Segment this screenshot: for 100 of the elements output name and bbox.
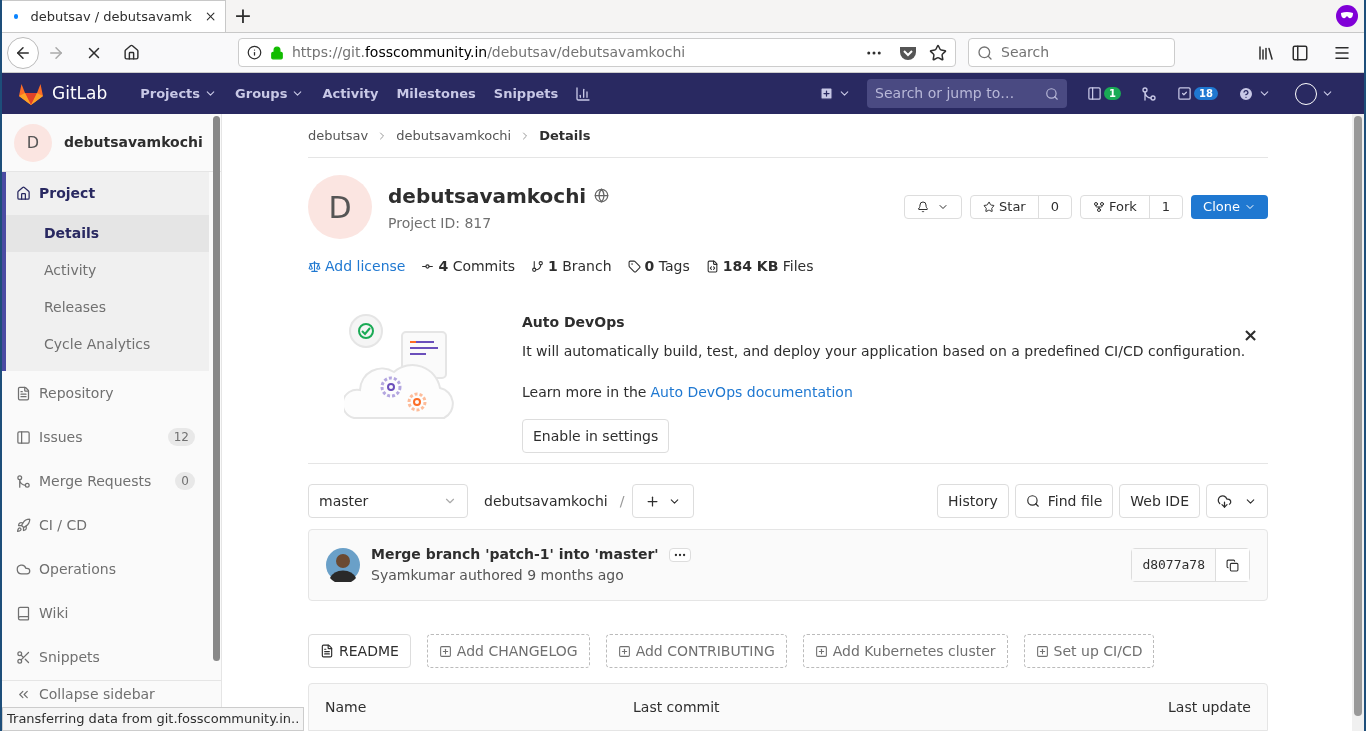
column-header: Last commit bbox=[633, 697, 721, 717]
sidebar-item[interactable]: Issues 12 bbox=[2, 415, 209, 459]
sidebar-item[interactable]: Snippets bbox=[2, 635, 209, 679]
plus-icon bbox=[438, 644, 452, 658]
sidebar-item[interactable]: Repository bbox=[2, 371, 209, 415]
commit-message[interactable]: Merge branch 'patch-1' into 'master' bbox=[371, 544, 659, 566]
tag-icon bbox=[627, 260, 641, 274]
library-icon[interactable] bbox=[1257, 43, 1275, 62]
todos-button[interactable]: 18 bbox=[1177, 86, 1218, 101]
sidebar-subitem[interactable]: Releases bbox=[6, 289, 209, 326]
gitlab-logo-icon bbox=[18, 81, 44, 106]
branch-dropdown[interactable]: master bbox=[308, 484, 468, 519]
nav-menu-item[interactable]: Groups bbox=[226, 83, 314, 104]
sidebar-subitem[interactable]: Activity bbox=[6, 252, 209, 289]
home-icon[interactable] bbox=[123, 44, 140, 61]
repo-action-button[interactable]: Find file bbox=[1014, 484, 1114, 519]
url-bar[interactable]: https://git.fosscommunity.in/debutsav/debutsavamkochi bbox=[238, 38, 956, 67]
stat-link[interactable]: 1 Branch bbox=[530, 256, 612, 278]
notification-button[interactable] bbox=[904, 195, 963, 220]
search-field[interactable]: Search bbox=[968, 38, 1175, 67]
cloud-download-icon bbox=[1217, 493, 1232, 509]
stat-link[interactable]: 184 KB Files bbox=[705, 256, 814, 278]
stat-link[interactable]: 4 Commits bbox=[421, 256, 515, 278]
nav-menu-item[interactable]: Activity bbox=[313, 83, 388, 104]
add-license-link[interactable]: Add license bbox=[308, 256, 406, 278]
repo-action-button[interactable]: Web IDE bbox=[1119, 484, 1200, 519]
back-button[interactable] bbox=[7, 36, 39, 69]
sidebar-item[interactable]: Project bbox=[6, 172, 209, 215]
more-button[interactable] bbox=[668, 547, 691, 562]
stat-link[interactable]: 0 Tags bbox=[627, 256, 690, 278]
sidebar-subitem[interactable]: Details bbox=[6, 215, 209, 252]
download-button[interactable] bbox=[1206, 484, 1268, 519]
plus-icon bbox=[819, 86, 835, 101]
sidebar-item[interactable]: Operations bbox=[2, 547, 209, 591]
page-scrollbar[interactable] bbox=[1352, 114, 1364, 731]
breadcrumb[interactable]: debutsav bbox=[308, 125, 369, 146]
quick-action-button[interactable]: README bbox=[308, 634, 411, 669]
column-header: Name bbox=[325, 697, 368, 717]
chart-icon[interactable] bbox=[575, 85, 592, 102]
pocket-icon[interactable] bbox=[899, 44, 917, 61]
tab-title: debutsav / debutsavamk bbox=[30, 7, 192, 26]
sidebar-subitem[interactable]: Cycle Analytics bbox=[6, 326, 209, 363]
project-name[interactable]: debutsavamkochi bbox=[64, 132, 203, 153]
count-badge: 1 bbox=[1104, 87, 1122, 100]
nav-menu-item[interactable]: Milestones bbox=[387, 83, 485, 104]
quick-action-button[interactable]: Set up CI/CD bbox=[1023, 634, 1155, 669]
sidebar-toggle-icon[interactable] bbox=[1291, 43, 1309, 62]
bookmark-star-icon[interactable] bbox=[929, 43, 947, 62]
fork-count: 1 bbox=[1160, 198, 1172, 217]
new-tab-button[interactable]: + bbox=[226, 0, 260, 32]
scale-icon bbox=[308, 260, 321, 274]
breadcrumb[interactable]: Details bbox=[539, 125, 591, 146]
merge-request-icon[interactable] bbox=[1141, 85, 1158, 102]
project-avatar: D bbox=[308, 175, 372, 240]
file-icon bbox=[705, 260, 719, 274]
path-separator: / bbox=[619, 491, 625, 511]
quick-action-button[interactable]: Add CHANGELOG bbox=[426, 634, 590, 669]
count-badge: 0 bbox=[175, 472, 195, 490]
breadcrumb[interactable]: debutsavamkochi bbox=[396, 125, 512, 146]
search-placeholder: Search or jump to… bbox=[875, 84, 1016, 103]
sidebar-item[interactable]: Merge Requests 0 bbox=[2, 459, 209, 503]
documentation-link[interactable]: Auto DevOps documentation bbox=[650, 382, 853, 404]
merge-request-icon bbox=[16, 473, 31, 489]
sidebar-item[interactable]: CI / CD bbox=[2, 503, 209, 547]
fork-button[interactable]: Fork bbox=[1081, 196, 1150, 219]
help-button[interactable] bbox=[1238, 85, 1271, 102]
quick-action-button[interactable]: Add Kubernetes cluster bbox=[802, 634, 1008, 669]
issues-icon bbox=[1087, 86, 1103, 101]
search-placeholder: Search bbox=[1001, 43, 1050, 62]
clone-button[interactable]: Clone bbox=[1191, 195, 1268, 220]
fork-control[interactable]: Fork 1 bbox=[1080, 195, 1184, 220]
info-icon bbox=[247, 45, 262, 60]
repo-action-button[interactable]: History bbox=[937, 484, 1009, 519]
nav-menu-item[interactable]: Snippets bbox=[484, 83, 568, 104]
url-text: https://git.fosscommunity.in/debutsav/debutsavamkochi bbox=[292, 43, 686, 62]
auto-devops-description: It will automatically build, test, and deploy your application based on a predefined CI/CD configuration. bbox=[522, 342, 1246, 362]
home-icon bbox=[16, 186, 31, 201]
sidebar-scrollbar[interactable] bbox=[213, 116, 220, 661]
plus-icon bbox=[1035, 644, 1049, 658]
close-button[interactable]: × bbox=[1242, 326, 1258, 345]
enable-settings-button[interactable]: Enable in settings bbox=[522, 419, 670, 454]
star-control[interactable]: Star 0 bbox=[970, 195, 1072, 220]
sidebar-item[interactable]: Wiki bbox=[2, 591, 209, 635]
browser-tab[interactable]: debutsav / debutsavamk bbox=[2, 0, 226, 32]
search-icon bbox=[1025, 494, 1040, 509]
fork-icon bbox=[1093, 201, 1105, 214]
gitlab-brand[interactable]: GitLab bbox=[52, 80, 108, 107]
repo-path[interactable]: debutsavamkochi bbox=[484, 490, 608, 512]
status-text: Transferring data from git.fosscommunity.in.. bbox=[2, 707, 305, 731]
star-button[interactable]: Star bbox=[971, 196, 1039, 219]
quick-action-button[interactable]: Add CONTRIBUTING bbox=[605, 634, 787, 669]
plus-icon bbox=[645, 493, 661, 509]
lock-icon bbox=[270, 45, 284, 60]
document-icon bbox=[320, 644, 334, 659]
project-title: debutsavamkochi bbox=[388, 182, 587, 210]
copy-icon bbox=[1226, 558, 1239, 572]
search-field[interactable]: Search or jump to… bbox=[867, 79, 1068, 108]
copy-button[interactable] bbox=[1216, 549, 1249, 582]
nav-menu-item[interactable]: Projects bbox=[131, 83, 227, 104]
commit-sha[interactable]: d8077a78 bbox=[1132, 549, 1216, 582]
